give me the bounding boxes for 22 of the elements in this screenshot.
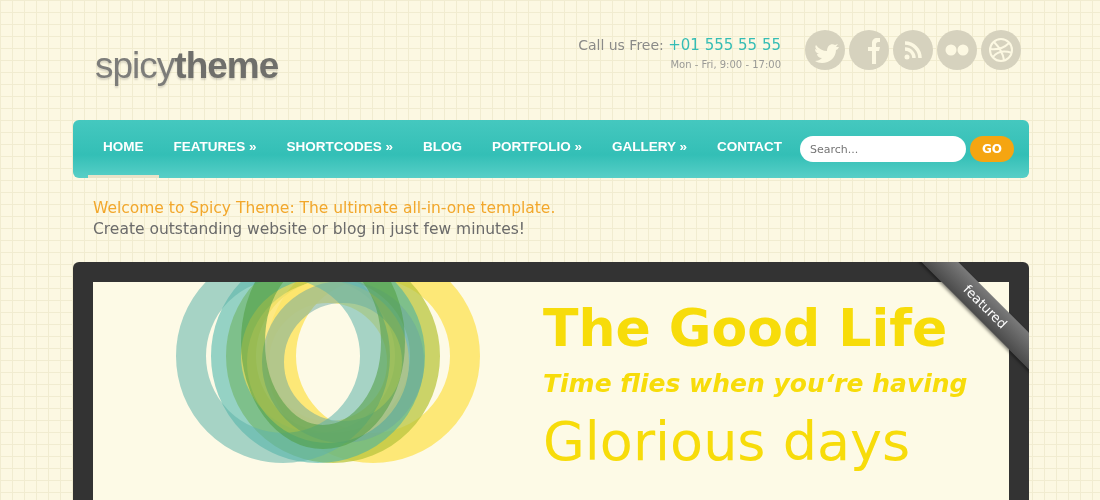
welcome-subline: Create outstanding website or blog in just few minutes! [93, 219, 526, 240]
opening-hours: Mon - Fri, 9:00 - 17:00 [669, 57, 781, 72]
nav-link[interactable]: PORTFOLIO » [477, 120, 598, 178]
site-logo[interactable]: spicytheme [95, 38, 279, 94]
nav-link[interactable]: GALLERY » [597, 120, 703, 178]
twitter-bird-icon[interactable] [805, 30, 845, 70]
dribbble-icon[interactable] [981, 30, 1021, 70]
nav-link[interactable]: HOME [88, 120, 159, 178]
slide-title: The Good Life [543, 297, 949, 360]
slide-subtitle: Glorious days [543, 409, 912, 475]
welcome-headline: Welcome to Spicy Theme: The ultimate all-in-one template. [93, 198, 557, 218]
contact-line: Call us Free: +01 555 55 55 [578, 35, 781, 56]
search-field[interactable]: Search... [799, 136, 966, 162]
slide-tagline: Time flies when you‘re having [543, 368, 968, 400]
rss-icon[interactable] [893, 30, 933, 70]
facebook-icon[interactable] [849, 30, 889, 70]
nav-link[interactable]: CONTACT [702, 120, 798, 178]
go-button[interactable]: GO [969, 136, 1014, 162]
nav-link[interactable]: BLOG [408, 120, 478, 178]
nav-link[interactable]: FEATURES » [158, 120, 272, 178]
flickr-icon[interactable] [937, 30, 977, 70]
nav-link[interactable]: SHORTCODES » [271, 120, 409, 178]
